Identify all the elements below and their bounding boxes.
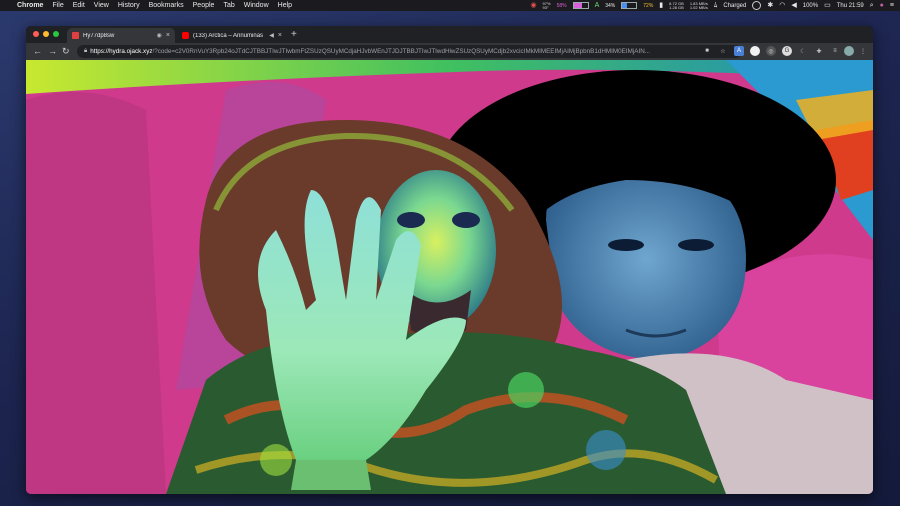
menu-item-window[interactable]: Window [244, 2, 269, 9]
url-host: https://hydra.ojack.xyz [90, 48, 153, 55]
volume-icon[interactable]: ◀ [791, 0, 796, 11]
wifi-icon[interactable]: ◠ [779, 0, 785, 11]
stats-gauge-icon[interactable]: ◉ [530, 0, 536, 11]
new-tab-button[interactable]: + [291, 29, 297, 41]
battery-icon[interactable]: ▭ [824, 0, 831, 11]
tab-youtube[interactable]: (133) Arctica – Annuminas ◀ × [177, 28, 287, 43]
browser-toolbar: ← → ↻ 🔒︎ https://hydra.ojack.xyz /?code=… [26, 43, 873, 60]
disk-stat[interactable]: 8.72 GB 1.28 GB [669, 1, 684, 10]
minimize-window-button[interactable] [43, 31, 49, 37]
menu-item-tab[interactable]: Tab [223, 2, 234, 9]
dark-extension-icon[interactable]: ◎ [766, 46, 776, 56]
menu-item-history[interactable]: History [118, 2, 140, 9]
close-window-button[interactable] [33, 31, 39, 37]
time-machine-icon[interactable] [752, 1, 762, 10]
battery-percent[interactable]: 100% [803, 3, 818, 9]
moon-extension-icon[interactable]: ☾ [798, 46, 808, 56]
spotlight-icon[interactable]: ⌕ [870, 0, 874, 11]
charged-label[interactable]: Charged [723, 3, 746, 9]
menu-item-edit[interactable]: Edit [73, 2, 85, 9]
chrome-window: Hy77dp8sw ◉ × (133) Arctica – Annuminas … [26, 26, 873, 494]
camera-icon[interactable]: ■ [702, 46, 712, 56]
menu-item-people[interactable]: People [193, 2, 215, 9]
bookmark-star-icon[interactable]: ☆ [718, 46, 728, 56]
battery-small-icon: ▮ [659, 2, 664, 9]
battery-stat-percent: 72% [643, 2, 654, 9]
menu-item-bookmarks[interactable]: Bookmarks [149, 2, 184, 9]
bluetooth-icon[interactable]: ✱ [767, 0, 773, 11]
sensor-icon[interactable]: ﾑ [714, 0, 718, 11]
zoom-window-button[interactable] [53, 31, 59, 37]
tab-close-icon[interactable]: × [278, 32, 282, 39]
cpu-meter[interactable] [621, 2, 638, 9]
network-stat-bottom: 1.02 MB/s [689, 4, 708, 10]
white-circle-extension-icon[interactable] [750, 46, 760, 56]
tab-audio-icon[interactable]: ◀ [269, 32, 274, 39]
memory-meter-fill [573, 3, 582, 8]
notification-center-icon[interactable]: ≡ [890, 0, 894, 11]
tab-close-icon[interactable]: × [166, 32, 170, 39]
webcam-visual-feed [26, 60, 873, 494]
sensor-stat[interactable]: 97% 93° [542, 1, 551, 10]
cpu-percent: 34% [605, 2, 616, 9]
clock[interactable]: Thu 21:59 [837, 3, 864, 9]
user-avatar-icon[interactable]: ● [880, 0, 884, 11]
cpu-meter-fill [622, 3, 628, 8]
grammarly-extension-icon[interactable]: G [782, 46, 792, 56]
hydra-favicon-icon [72, 32, 79, 39]
tab-hydra[interactable]: Hy77dp8sw ◉ × [67, 28, 175, 43]
network-stat[interactable]: 1.83 MB/s 1.02 MB/s [689, 1, 708, 10]
tab-strip: Hy77dp8sw ◉ × (133) Arctica – Annuminas … [26, 26, 873, 43]
menu-app-name[interactable]: Chrome [17, 2, 43, 9]
menu-item-help[interactable]: Help [278, 2, 292, 9]
lock-icon[interactable]: 🔒︎ [84, 48, 87, 55]
puzzle-extensions-icon[interactable]: ✚ [814, 46, 824, 56]
menu-item-file[interactable]: File [52, 2, 63, 9]
cpu-icon: A [594, 2, 600, 9]
url-path: /?code=c2V0RnVuY3Rpb24oJTdCJTBBJTIwJTIwb… [152, 48, 651, 55]
hydra-canvas-video[interactable] [26, 60, 873, 494]
memory-percent: 58% [556, 2, 567, 9]
chrome-menu-icon[interactable]: ⋮ [858, 46, 868, 56]
address-bar[interactable]: 🔒︎ https://hydra.ojack.xyz /?code=c2V0Rn… [77, 45, 742, 58]
forward-arrow-icon[interactable]: → [48, 45, 57, 58]
profile-avatar-icon[interactable] [844, 46, 854, 56]
youtube-favicon-icon [182, 32, 189, 39]
menu-item-view[interactable]: View [94, 2, 109, 9]
tab-recording-icon: ◉ [156, 33, 162, 39]
macos-menu-bar: Chrome File Edit View History Bookmarks … [0, 0, 900, 11]
disk-stat-bottom: 1.28 GB [669, 4, 684, 10]
reading-list-icon[interactable]: ≡ [830, 46, 840, 56]
back-arrow-icon[interactable]: ← [33, 45, 42, 58]
tab-title: Hy77dp8sw [83, 32, 115, 39]
memory-meter[interactable] [572, 2, 589, 9]
translate-extension-icon[interactable]: A [734, 46, 744, 56]
tab-title: (133) Arctica – Annuminas [193, 32, 264, 39]
sensor-stat-bottom: 93° [542, 4, 549, 10]
reload-icon[interactable]: ↻ [62, 45, 70, 58]
